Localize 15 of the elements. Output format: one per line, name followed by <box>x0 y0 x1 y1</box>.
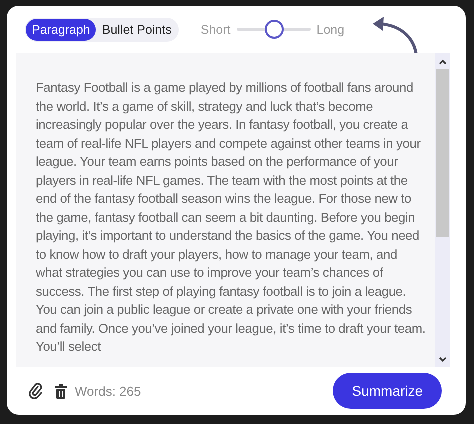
mode-tab[interactable]: Bullet Points <box>96 18 178 40</box>
summarize-button[interactable]: Summarize <box>333 373 442 409</box>
trash-icon[interactable] <box>55 384 67 398</box>
paperclip-icon[interactable] <box>29 383 43 399</box>
mode-tab[interactable]: Paragraph <box>26 18 96 40</box>
slider-thumb[interactable] <box>264 20 284 39</box>
length-slider[interactable] <box>236 20 311 39</box>
scrollbar[interactable] <box>435 53 450 367</box>
slider-label: Short <box>200 22 231 36</box>
scroll-up-icon[interactable] <box>438 59 446 65</box>
word-count: Words: 265 <box>75 384 142 398</box>
slider-label: Long <box>316 22 345 36</box>
scrollbar-thumb[interactable] <box>436 69 449 237</box>
scroll-down-icon[interactable] <box>438 357 446 363</box>
article-text: Fantasy Football is a game played by millions of football fans around the world. It’s a game of skill, strategy and luck that’s become increasingly popular over the years. In fantasy football, you create a team of real-life NFL players and compete against other teams in your league. Your team earns points based on the performance of your players in real-life NFL games. The team with the most points at the end of the fantasy football season wins the league. For those new to the game, fantasy football can seem a bit daunting. Before you begin playing, it’s important to understand the basics of the game. You need to know how to draft your players, how to manage your team, and what strategies you can use to improve your team’s chances of success. The first step of playing fantasy football is to join a league. You can join a public league or create a private one with your friends and family. Once you’ve joined your league, it’s time to draft your team. You’ll select <box>35 79 427 356</box>
